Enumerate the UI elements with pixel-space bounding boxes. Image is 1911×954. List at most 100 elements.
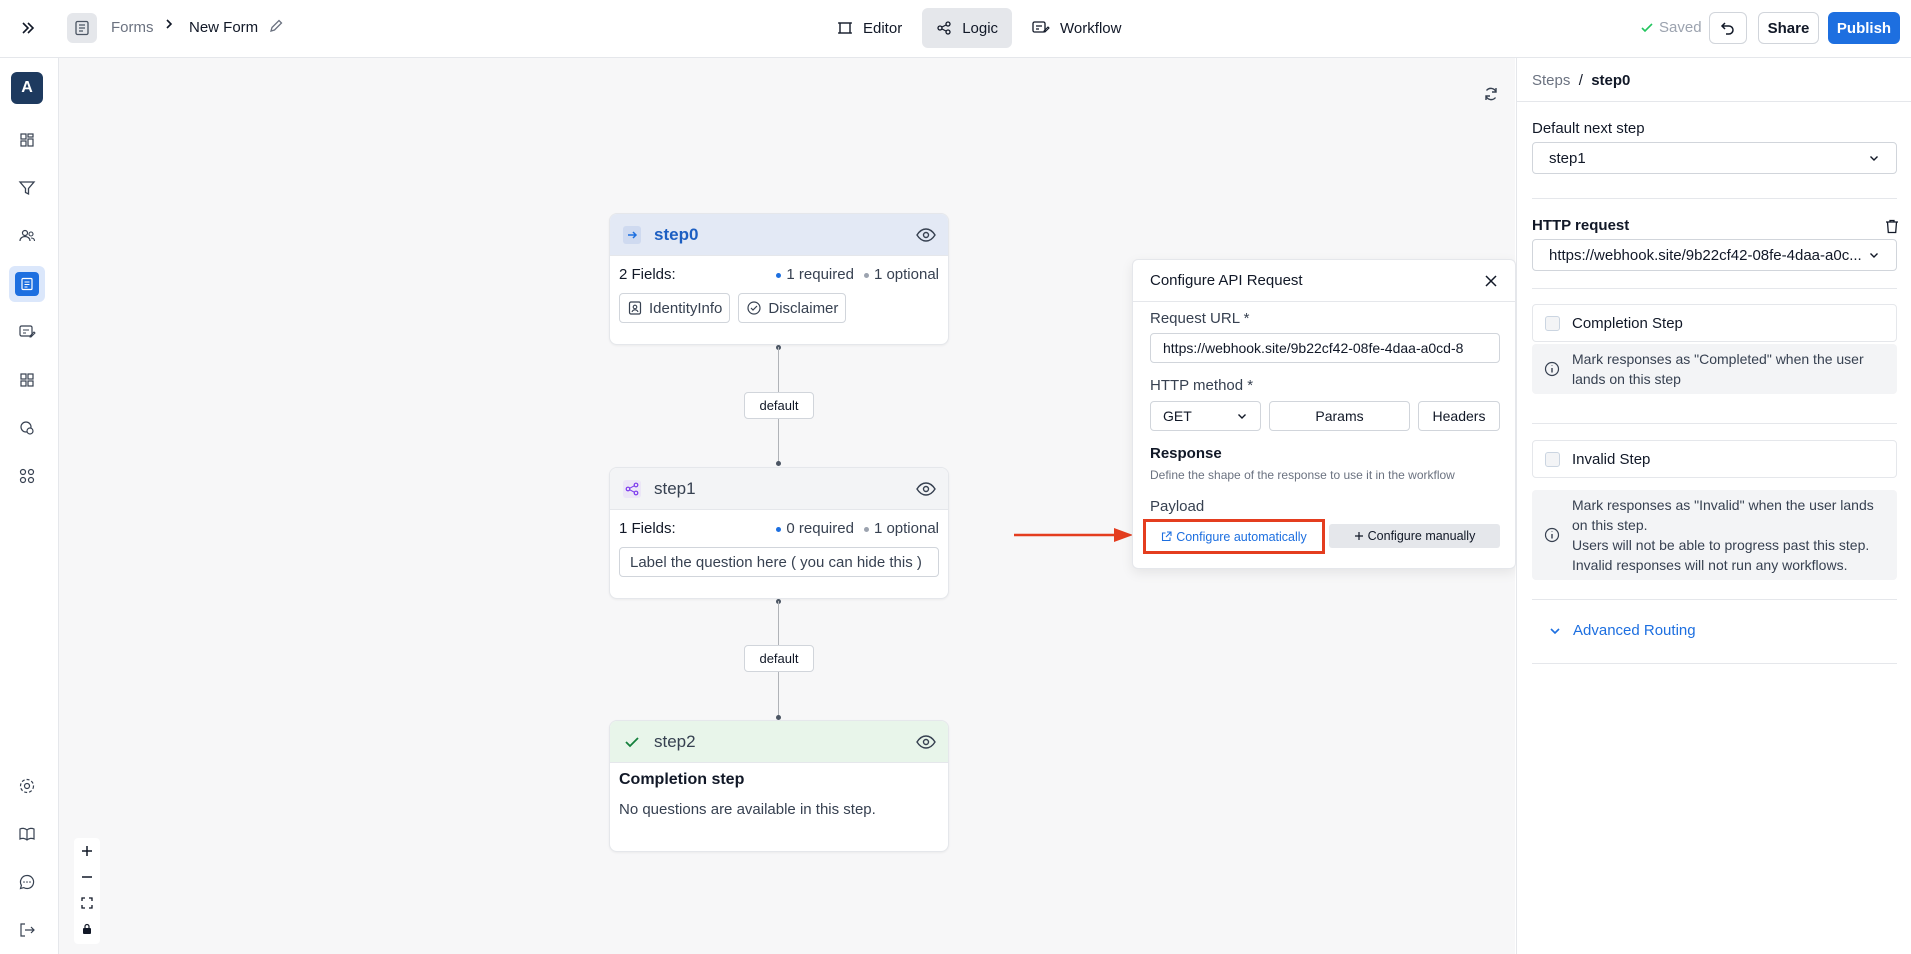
fields-row: 1 Fields: 0 required 1 optional	[619, 520, 939, 537]
sidebar-item-modules[interactable]	[9, 458, 45, 494]
sidebar-item-logout[interactable]	[9, 912, 45, 948]
sidebar-item-integrations[interactable]	[9, 410, 45, 446]
saved-status: Saved	[1640, 19, 1702, 36]
step-node-header: step2	[610, 721, 948, 763]
response-heading: Response	[1150, 445, 1222, 462]
question-chip[interactable]: Label the question here ( you can hide t…	[619, 547, 939, 577]
top-bar: Forms New Form Editor Logic Workflow Sav…	[0, 0, 1911, 58]
eye-icon[interactable]	[916, 481, 936, 496]
completion-step-checkbox-row[interactable]: Completion Step	[1532, 304, 1897, 342]
http-request-label: HTTP request	[1532, 217, 1630, 234]
divider	[1517, 101, 1911, 102]
optional-count: 1 optional	[863, 266, 939, 283]
params-button[interactable]: Params	[1269, 401, 1410, 431]
chevron-down-icon	[1550, 627, 1560, 634]
eye-icon[interactable]	[916, 734, 936, 749]
external-link-icon	[1162, 531, 1172, 542]
sidebar-item-dashboard[interactable]	[9, 122, 45, 158]
refresh-layout-button[interactable]	[1477, 80, 1505, 108]
tab-workflow[interactable]: Workflow	[1018, 8, 1135, 48]
crumb-steps[interactable]: Steps	[1532, 72, 1570, 89]
divider	[1532, 288, 1897, 289]
sidebar-item-apps[interactable]	[9, 362, 45, 398]
default-next-step-select[interactable]: step1	[1532, 142, 1897, 174]
sidebar-item-edit-form[interactable]	[9, 314, 45, 350]
zoom-out-button[interactable]	[74, 864, 100, 890]
trash-icon[interactable]	[1885, 219, 1899, 234]
tab-logic[interactable]: Logic	[922, 8, 1013, 48]
sidebar-item-filter[interactable]	[9, 170, 45, 206]
breadcrumb-chevron-icon	[164, 17, 174, 35]
sidebar-item-docs[interactable]	[9, 816, 45, 852]
close-icon[interactable]	[1484, 274, 1498, 288]
undo-button[interactable]	[1709, 12, 1747, 44]
step-node-step0[interactable]: step0 2 Fields: 1 required 1 optional Id…	[609, 213, 949, 345]
lock-icon	[83, 923, 91, 934]
step-node-step2[interactable]: step2 Completion step No questions are a…	[609, 720, 949, 852]
sidebar-item-settings[interactable]	[9, 768, 45, 804]
sidebar-item-chat[interactable]	[9, 864, 45, 900]
zoom-controls	[74, 838, 100, 944]
step-title: step1	[654, 478, 696, 498]
breadcrumb-forms[interactable]: Forms	[111, 19, 154, 36]
edit-name-pencil-icon[interactable]	[268, 18, 284, 38]
gear-icon	[19, 778, 35, 794]
undo-icon	[1720, 22, 1734, 35]
configure-api-popover: Configure API Request Request URL * http…	[1132, 259, 1516, 569]
integrations-icon	[20, 421, 34, 435]
fields-count: 2 Fields:	[619, 266, 676, 283]
logic-icon	[937, 21, 951, 35]
field-chip[interactable]: Disclaimer	[738, 293, 847, 323]
completion-heading: Completion step	[619, 771, 745, 788]
http-method-select[interactable]: GET	[1150, 401, 1261, 431]
invalid-step-checkbox-row[interactable]: Invalid Step	[1532, 440, 1897, 478]
optional-count: 1 optional	[863, 520, 939, 537]
completion-step-checkbox[interactable]	[1545, 315, 1560, 331]
book-icon	[19, 827, 35, 841]
tab-editor[interactable]: Editor	[823, 8, 916, 48]
panel-breadcrumb: Steps / step0	[1532, 72, 1631, 89]
publish-button[interactable]: Publish	[1828, 12, 1900, 44]
field-meta: 0 required 1 optional	[776, 520, 939, 537]
advanced-routing-toggle[interactable]: Advanced Routing	[1549, 622, 1696, 639]
edge-label[interactable]: default	[744, 645, 814, 672]
completion-step-label: Completion Step	[1572, 314, 1683, 332]
invalid-step-checkbox[interactable]	[1545, 451, 1560, 467]
check-circle-icon	[747, 301, 761, 315]
fit-view-button[interactable]	[74, 890, 100, 916]
headers-button[interactable]: Headers	[1418, 401, 1500, 431]
completion-info-text: Mark responses as "Completed" when the u…	[1572, 351, 1864, 387]
completion-info: Mark responses as "Completed" when the u…	[1532, 344, 1897, 394]
workspace-avatar[interactable]: A	[11, 72, 43, 104]
step-node-header: step0	[610, 214, 948, 256]
request-url-input[interactable]: https://webhook.site/9b22cf42-08fe-4daa-…	[1150, 333, 1500, 363]
zoom-in-button[interactable]	[74, 838, 100, 864]
field-meta: 1 required 1 optional	[776, 266, 939, 283]
invalid-info: Mark responses as "Invalid" when the use…	[1532, 490, 1897, 580]
chevron-down-icon	[1238, 414, 1246, 419]
minus-icon	[82, 876, 92, 878]
default-next-step-label: Default next step	[1532, 120, 1645, 137]
configure-automatically-button[interactable]: Configure automatically	[1143, 519, 1325, 554]
share-button[interactable]: Share	[1758, 12, 1819, 44]
edge-label[interactable]: default	[744, 392, 814, 419]
lock-button[interactable]	[74, 916, 100, 942]
sidebar-item-forms[interactable]	[9, 266, 45, 302]
forms-icon	[15, 272, 39, 296]
fields-count: 1 Fields:	[619, 520, 676, 537]
step-title: step0	[654, 224, 699, 244]
annotation-arrow-icon	[1014, 528, 1133, 542]
users-icon	[19, 229, 36, 242]
eye-icon[interactable]	[916, 227, 936, 242]
expand-sidebar-icon[interactable]	[16, 16, 40, 40]
grid-icon	[20, 373, 34, 387]
tab-editor-label: Editor	[863, 19, 903, 37]
configure-manually-button[interactable]: Configure manually	[1329, 524, 1500, 548]
plus-icon	[82, 846, 92, 856]
step-node-step1[interactable]: step1 1 Fields: 0 required 1 optional La…	[609, 467, 949, 599]
field-chip[interactable]: IdentityInfo	[619, 293, 731, 323]
http-request-select[interactable]: https://webhook.site/9b22cf42-08fe-4daa-…	[1532, 239, 1897, 271]
left-sidebar: A	[0, 58, 59, 954]
branch-icon	[623, 479, 641, 498]
sidebar-item-users[interactable]	[9, 218, 45, 254]
